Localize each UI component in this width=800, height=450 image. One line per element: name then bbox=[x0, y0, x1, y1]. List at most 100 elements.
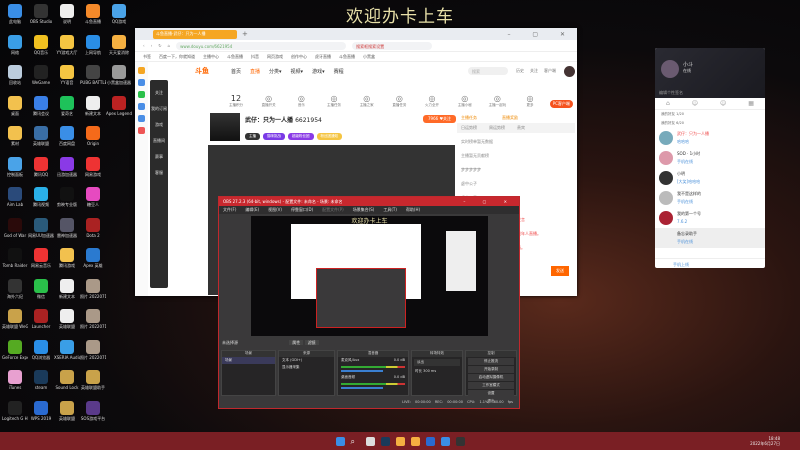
desktop-icon[interactable]: 腾讯游戏 bbox=[54, 248, 80, 268]
desktop-icon[interactable]: 网易UU加速器 bbox=[28, 217, 54, 238]
steam-icon[interactable] bbox=[380, 436, 390, 446]
panel-tab[interactable]: 直播奖励 bbox=[502, 115, 518, 120]
contact-row[interactable]: 备忘录助手 手机在线 bbox=[655, 228, 765, 248]
desktop-icon[interactable]: 照片 20220717 bbox=[80, 339, 106, 360]
volume-slider[interactable] bbox=[341, 370, 383, 372]
browser-icon[interactable] bbox=[440, 436, 450, 446]
app-icon[interactable] bbox=[425, 436, 435, 446]
desktop-icon[interactable]: 剪映专业版 bbox=[54, 187, 80, 207]
desktop-icon[interactable]: 雷神加速器 bbox=[54, 217, 80, 238]
obs-menu-item[interactable]: 配置文件(P) bbox=[322, 207, 344, 213]
nav-item[interactable]: 直播 bbox=[250, 68, 260, 75]
desktop-icon[interactable]: 照片 20220710 bbox=[80, 309, 106, 329]
desktop-icon[interactable]: 英雄联盟 WeGame版 bbox=[2, 309, 28, 329]
nav-item[interactable]: 视频▾ bbox=[291, 68, 304, 75]
bookmark-link[interactable]: 主播中心 bbox=[203, 54, 219, 60]
desktop-icon[interactable]: 网易游戏 bbox=[80, 156, 106, 177]
toolbar-item[interactable]: ◎ 火力全开 bbox=[419, 94, 445, 108]
pc-client-button[interactable]: PC客户端 bbox=[549, 100, 573, 108]
bookmark-link[interactable]: 创作中心 bbox=[291, 54, 307, 60]
left-nav-item[interactable]: 客服 bbox=[150, 170, 168, 176]
desktop-icon[interactable]: XSERIA Audio bbox=[54, 339, 80, 360]
qq-group[interactable]: 我的好友 1/20 bbox=[655, 110, 765, 119]
obs-menu-item[interactable]: 停靠窗口(D) bbox=[291, 207, 313, 213]
desktop-icon[interactable]: 爱奇艺 bbox=[54, 95, 80, 116]
source-item[interactable]: 文本 (GDI+) bbox=[279, 357, 334, 364]
desktop-icon[interactable]: 海外六纪 bbox=[2, 278, 28, 299]
tab-messages[interactable]: ⌂ bbox=[666, 100, 670, 107]
desktop-icon[interactable]: YY语音 bbox=[54, 65, 80, 85]
desktop-icon[interactable]: 腾讯视频 bbox=[28, 187, 54, 207]
desktop-icon[interactable]: Logitech G HUB bbox=[2, 400, 28, 421]
desktop-icon[interactable]: 控制面板 bbox=[2, 156, 28, 177]
bookmark-link[interactable]: 书签 bbox=[143, 54, 151, 60]
desktop-icon[interactable]: 新建文本 bbox=[80, 95, 106, 116]
duration-field[interactable]: 时长 300 ms bbox=[412, 368, 462, 375]
send-button[interactable]: 发送 bbox=[551, 266, 569, 276]
control-button[interactable]: 开始录制 bbox=[468, 366, 514, 373]
control-button[interactable]: 停止推流 bbox=[468, 358, 514, 365]
desktop-icon[interactable]: God of War bbox=[2, 217, 28, 238]
desktop-icon[interactable]: 糖豆人 bbox=[80, 187, 106, 207]
desktop-icon[interactable]: QQ游戏 bbox=[106, 4, 132, 24]
desktop-icon[interactable]: OBS Studio bbox=[28, 4, 54, 24]
streamer-tag[interactable]: 粉丝团通知 bbox=[316, 133, 342, 140]
system-clock[interactable]: 18:48 2022年6月27日 bbox=[750, 436, 780, 446]
qq-avatar[interactable] bbox=[661, 60, 679, 78]
qq-signature[interactable]: 编辑个性签名 bbox=[659, 90, 683, 96]
desktop-icon[interactable]: 微信 bbox=[28, 278, 54, 299]
desktop-icon[interactable]: 腾讯会议 bbox=[28, 95, 54, 116]
qq-status[interactable]: 在线 bbox=[683, 68, 691, 74]
desktop-icon[interactable]: steam bbox=[28, 370, 54, 390]
desktop-icon[interactable]: SOS游戏平台 bbox=[80, 400, 106, 421]
desktop-icon[interactable]: WeGame bbox=[28, 65, 54, 85]
desktop-icon[interactable]: 英雄联盟助手 bbox=[80, 370, 106, 390]
desktop-icon[interactable]: WPS 2019 bbox=[28, 400, 54, 421]
toolbar-item[interactable]: ◎ 更多 bbox=[517, 94, 543, 108]
user-avatar[interactable] bbox=[564, 65, 575, 77]
source-item[interactable]: 显示器采集 bbox=[279, 364, 334, 371]
tab-groups[interactable]: ☺ bbox=[720, 100, 726, 107]
bookmark-link[interactable]: 斗鱼直播 bbox=[227, 54, 243, 60]
douyu-search[interactable]: 搜索 bbox=[468, 67, 508, 75]
desktop-icon[interactable]: 小黑盒加速器 bbox=[106, 65, 132, 85]
desktop-icon[interactable]: QQ浏览器 bbox=[28, 339, 54, 360]
sidebar-app-icon[interactable] bbox=[138, 67, 145, 74]
left-nav-item[interactable]: 游戏 bbox=[150, 122, 168, 128]
left-nav-item[interactable]: 我的订阅 bbox=[150, 106, 168, 112]
desktop-icon[interactable]: 天天爱消除 bbox=[106, 34, 132, 55]
app-icon[interactable] bbox=[395, 436, 405, 446]
bookmark-link[interactable]: 小黑盒 bbox=[363, 54, 375, 60]
left-nav-item[interactable]: 直播间 bbox=[150, 138, 168, 144]
obs-menu-item[interactable]: 编辑(E) bbox=[245, 207, 259, 213]
toolbar-item[interactable]: ◎ 主播任务 bbox=[321, 94, 347, 108]
desktop-icon[interactable]: QQ音乐 bbox=[28, 34, 54, 55]
douyu-logo[interactable]: 斗鱼 bbox=[195, 66, 209, 76]
header-icon-label[interactable]: 客户端 bbox=[544, 68, 556, 74]
nav-item[interactable]: 赛程 bbox=[334, 68, 344, 75]
search-input[interactable]: 搜索框搜索设置 bbox=[352, 41, 433, 50]
follow-button[interactable]: 7966 ♥关注 bbox=[423, 115, 457, 123]
desktop-icon[interactable]: 网络 bbox=[2, 34, 28, 55]
obs-menu-item[interactable]: 文件(F) bbox=[223, 207, 236, 213]
desktop-icon[interactable]: Apex 英雄 bbox=[80, 248, 106, 268]
desktop-icon[interactable]: YY游戏大厅 bbox=[54, 34, 80, 55]
sidebar-app-icon[interactable] bbox=[138, 103, 145, 110]
desktop-icon[interactable]: 桌面 bbox=[2, 95, 28, 116]
volume-slider[interactable] bbox=[341, 387, 383, 389]
desktop-icon[interactable]: PUBG BATTLEGR... bbox=[80, 65, 106, 85]
streamer-tag[interactable]: 猫咪挑战 bbox=[263, 133, 285, 140]
control-button[interactable]: 设置 bbox=[468, 390, 514, 397]
new-tab-icon[interactable]: + bbox=[242, 30, 248, 38]
desktop-icon[interactable]: Tomb Raider bbox=[2, 248, 28, 268]
contact-row[interactable]: 我不是这样的 手机在线 bbox=[655, 188, 765, 208]
panel-tab[interactable]: 主播任务 bbox=[461, 115, 477, 120]
desktop-icon[interactable]: 英雄联盟 bbox=[28, 126, 54, 146]
header-icon-label[interactable]: 历史 bbox=[516, 68, 524, 74]
sidebar-app-icon[interactable] bbox=[138, 91, 145, 98]
obs-preview[interactable]: 欢迎办卡上车 bbox=[251, 216, 488, 336]
bookmark-link[interactable]: 斗鱼直播 bbox=[339, 54, 355, 60]
sidebar-app-icon[interactable] bbox=[138, 79, 145, 86]
filters-button[interactable]: 滤镜 bbox=[304, 340, 319, 345]
obs-icon[interactable] bbox=[455, 436, 465, 446]
